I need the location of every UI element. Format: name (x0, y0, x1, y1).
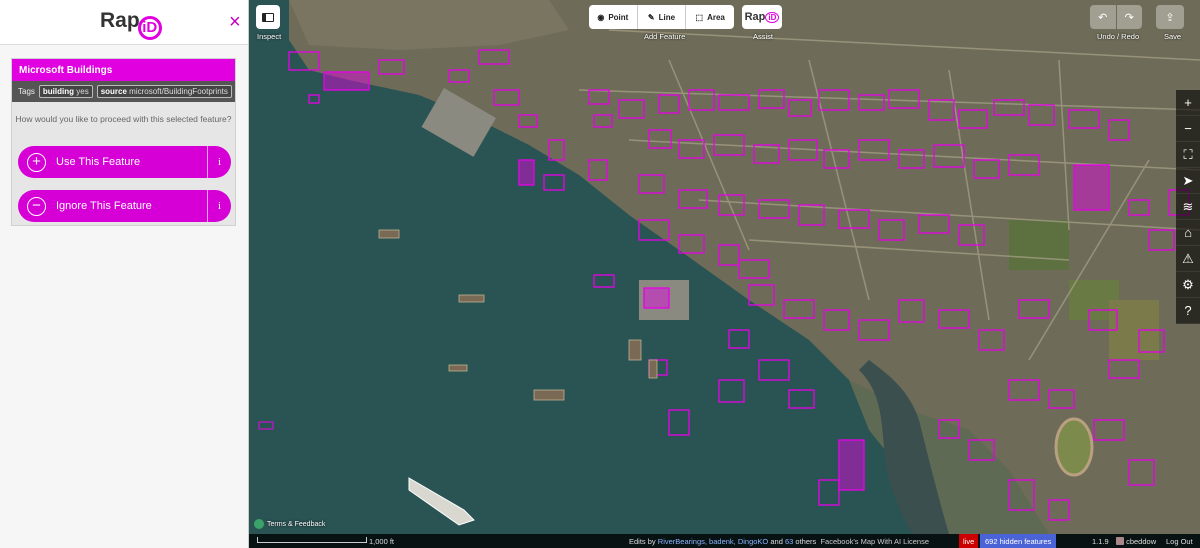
ignore-feature-button[interactable]: − Ignore This Feature i (18, 190, 231, 222)
point-button[interactable]: ◉ Point (589, 5, 638, 29)
map-controls: + − ⛶ ➤ ≋ ⌂ ⚠ ⚙ ? (1176, 90, 1200, 324)
preferences-icon[interactable]: ⚙ (1176, 272, 1200, 298)
save-button[interactable]: ⇪ (1156, 5, 1184, 29)
ignore-feature-label: Ignore This Feature (56, 200, 152, 212)
issues-icon[interactable]: ⚠ (1176, 246, 1200, 272)
rapid-logo: Rap iD (100, 9, 162, 40)
undo-redo-group: ↶ ↷ (1090, 5, 1143, 29)
undo-icon[interactable]: ↶ (1090, 5, 1116, 29)
assist-button[interactable]: Rap iD (742, 5, 782, 29)
panel-title: Microsoft Buildings (12, 59, 235, 81)
line-button[interactable]: ✎ Line (638, 5, 687, 29)
inspect-label: Inspect (257, 32, 282, 41)
sidebar-toggle-icon (262, 12, 274, 22)
use-feature-label: Use This Feature (56, 156, 141, 168)
hidden-features-badge[interactable]: 692 hidden features (980, 534, 1057, 548)
save-icon: ⇪ (1165, 11, 1175, 24)
area-button[interactable]: ⬚ Area (686, 5, 734, 29)
area-icon: ⬚ (695, 12, 704, 22)
scale-bar (257, 537, 367, 543)
assist-label: Assist (753, 32, 774, 41)
pin-icon: ◉ (597, 12, 605, 22)
pencil-icon: ✎ (647, 12, 655, 22)
background-layers-icon[interactable]: ≋ (1176, 194, 1200, 220)
info-icon[interactable]: i (207, 146, 231, 178)
tag-building: building yes (38, 85, 93, 98)
proceed-question: How would you like to proceed with this … (15, 114, 232, 124)
live-badge[interactable]: live (959, 534, 979, 548)
globe-icon (254, 519, 264, 529)
plus-icon: + (27, 152, 46, 172)
minus-icon: − (27, 196, 46, 216)
logout-link[interactable]: Log Out (1166, 537, 1193, 546)
others-count-link[interactable]: 63 (785, 537, 793, 546)
map-data-icon[interactable]: ⌂ (1176, 220, 1200, 246)
zoom-to-selection-icon[interactable]: ⛶ (1176, 142, 1200, 168)
undo-redo-label: Undo / Redo (1097, 32, 1140, 41)
add-feature-label: Add Feature (644, 32, 686, 41)
sidebar: Rap iD × Microsoft Buildings Tags buildin… (0, 0, 249, 548)
zoom-out-icon[interactable]: − (1176, 116, 1200, 142)
sidebar-header: Rap iD × (0, 0, 248, 45)
feature-panel: Microsoft Buildings Tags building yes so… (11, 58, 236, 226)
tag-source: source microsoft/BuildingFootprints (96, 85, 232, 98)
license-link[interactable]: Facebook's Map With AI License (820, 537, 929, 546)
scale-label: 1,000 ft (369, 537, 395, 546)
add-feature-group: ◉ Point ✎ Line ⬚ Area (589, 5, 734, 29)
use-feature-button[interactable]: + Use This Feature i (18, 146, 231, 178)
help-icon[interactable]: ? (1176, 298, 1200, 324)
zoom-in-icon[interactable]: + (1176, 90, 1200, 116)
tags-label: Tags (18, 87, 35, 96)
tags-row: Tags building yes source microsoft/Build… (12, 81, 235, 102)
close-icon[interactable]: × (229, 12, 241, 32)
redo-icon[interactable]: ↷ (1116, 5, 1142, 29)
satellite-imagery (258, 0, 1200, 534)
map-canvas[interactable]: Inspect ◉ Point ✎ Line ⬚ Area Add Feature R… (249, 0, 1200, 548)
inspect-button[interactable] (256, 5, 280, 29)
version-label: 1.1.9 (1092, 537, 1109, 546)
attribution: Edits by RiverBearings, badenk, DingoKO … (629, 537, 930, 546)
editors-link[interactable]: RiverBearings, badenk, DingoKO (658, 537, 768, 546)
user-link[interactable]: cbeddow (1116, 537, 1156, 546)
avatar (1116, 537, 1124, 545)
info-icon[interactable]: i (207, 190, 231, 222)
footer-bar: 1,000 ft Edits by RiverBearings, badenk,… (249, 534, 1200, 548)
save-label: Save (1164, 32, 1182, 41)
terms-feedback-link[interactable]: Terms & Feedback (254, 519, 325, 529)
geolocate-icon[interactable]: ➤ (1176, 168, 1200, 194)
